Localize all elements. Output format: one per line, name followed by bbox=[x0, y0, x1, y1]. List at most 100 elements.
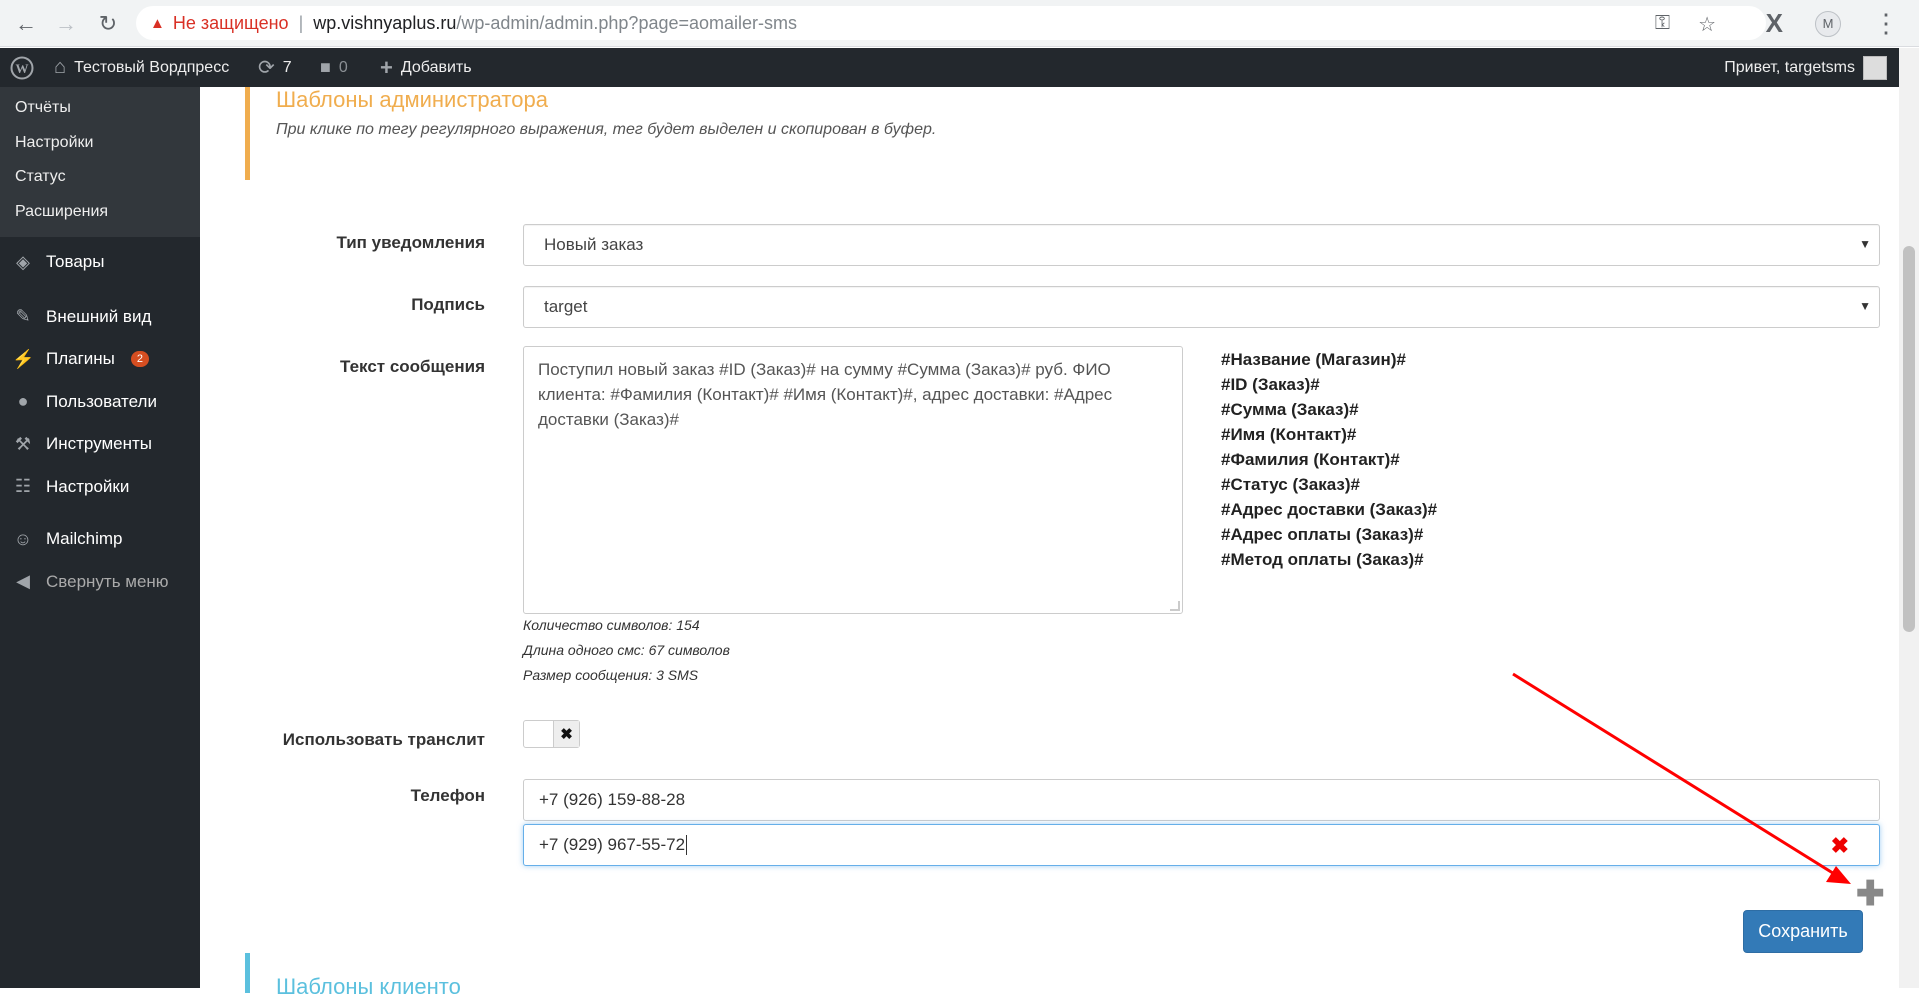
forward-icon[interactable]: → bbox=[52, 10, 80, 38]
plug-icon: ⚡ bbox=[12, 348, 35, 369]
regex-tags-list: #Название (Магазин)# #ID (Заказ)# #Сумма… bbox=[1221, 347, 1437, 572]
signature-value: target bbox=[544, 297, 588, 316]
greeting: Привет, targetsms bbox=[1724, 58, 1855, 76]
add-new-link[interactable]: + Добавить bbox=[380, 48, 472, 87]
browser-toolbar: ← → ↻ ▲ Не защищено | wp.vishnyaplus.ru … bbox=[0, 0, 1919, 47]
translit-label: Использовать транслит bbox=[282, 730, 485, 749]
submenu-item-status[interactable]: Статус bbox=[0, 160, 200, 195]
text-caret bbox=[686, 835, 688, 855]
user-icon: ● bbox=[17, 391, 29, 412]
updates-link[interactable]: ⟳ 7 bbox=[258, 48, 292, 87]
sidebar-item-label: Плагины bbox=[46, 349, 115, 369]
remove-phone-icon[interactable]: ✖ bbox=[1831, 833, 1849, 859]
back-icon[interactable]: ← bbox=[12, 10, 40, 38]
reload-icon[interactable]: ↻ bbox=[94, 10, 122, 38]
sidebar-item-label: Внешний вид bbox=[46, 306, 152, 326]
page-scrollbar[interactable] bbox=[1899, 48, 1919, 988]
chevron-down-icon: ▼ bbox=[1859, 237, 1871, 251]
brush-icon: ✎ bbox=[15, 306, 31, 327]
client-section-accent bbox=[245, 953, 250, 993]
sidebar-item-appearance[interactable]: ✎ Внешний вид bbox=[0, 296, 200, 339]
save-button[interactable]: Сохранить bbox=[1743, 910, 1863, 953]
comments-count: 0 bbox=[338, 58, 348, 76]
star-icon[interactable]: ☆ bbox=[1698, 12, 1716, 37]
address-separator: | bbox=[298, 12, 304, 33]
mailchimp-icon: ☺ bbox=[13, 528, 33, 549]
regex-tag[interactable]: #Название (Магазин)# bbox=[1221, 347, 1437, 372]
resize-handle[interactable] bbox=[1170, 601, 1180, 611]
sidebar-item-settings[interactable]: ☷ Настройки bbox=[0, 466, 200, 509]
sidebar-item-plugins[interactable]: ⚡ Плагины 2 bbox=[0, 338, 200, 381]
message-text: Поступил новый заказ #ID (Заказ)# на сум… bbox=[538, 360, 1113, 429]
notification-type-label: Тип уведомления bbox=[336, 233, 485, 252]
plus-icon: + bbox=[380, 54, 393, 80]
translit-toggle[interactable]: ✖ bbox=[523, 720, 580, 748]
profile-avatar[interactable]: M bbox=[1815, 10, 1841, 37]
signature-select[interactable]: target ▼ bbox=[523, 286, 1880, 328]
regex-tag[interactable]: #Адрес оплаты (Заказ)# bbox=[1221, 522, 1437, 547]
sidebar-item-products[interactable]: ◈ Товары bbox=[0, 241, 200, 284]
url-path: /wp-admin/admin.php?page=aomailer-sms bbox=[456, 12, 798, 33]
admin-templates-title: Шаблоны администратора bbox=[276, 87, 548, 112]
regex-tag[interactable]: #Адрес доставки (Заказ)# bbox=[1221, 497, 1437, 522]
user-avatar bbox=[1863, 55, 1887, 80]
submenu-item-settings[interactable]: Настройки bbox=[0, 126, 200, 161]
wrench-icon: ⚒ bbox=[14, 433, 32, 454]
submenu-item-extensions[interactable]: Расширения bbox=[0, 195, 200, 230]
svg-text:W: W bbox=[16, 61, 29, 76]
url-host: wp.vishnyaplus.ru bbox=[313, 12, 457, 33]
sms-length: Длина одного смс: 67 символов bbox=[523, 642, 730, 658]
regex-tag[interactable]: #Фамилия (Контакт)# bbox=[1221, 447, 1437, 472]
comments-link[interactable]: ■ 0 bbox=[320, 48, 348, 87]
sidebar-item-label: Mailchimp bbox=[46, 529, 123, 549]
message-textarea[interactable]: Поступил новый заказ #ID (Заказ)# на сум… bbox=[523, 346, 1183, 614]
extension-x-icon[interactable]: X bbox=[1766, 8, 1783, 39]
submenu-item-reports[interactable]: Отчёты bbox=[0, 91, 200, 126]
admin-templates-description: При клике по тегу регулярного выражения,… bbox=[276, 121, 937, 138]
key-icon[interactable]: ⚿ bbox=[1655, 12, 1670, 37]
char-count: Количество символов: 154 bbox=[523, 617, 700, 633]
menu-dots-icon[interactable]: ⋮ bbox=[1873, 8, 1899, 39]
sidebar-item-label: Товары bbox=[46, 252, 105, 272]
woocommerce-submenu: Отчёты Настройки Статус Расширения bbox=[0, 87, 200, 237]
add-new-label: Добавить bbox=[400, 58, 472, 76]
updates-icon: ⟳ bbox=[258, 57, 275, 79]
phone-input[interactable]: +7 (926) 159-88-28 bbox=[523, 779, 1880, 821]
sidebar-item-tools[interactable]: ⚒ Инструменты bbox=[0, 423, 200, 466]
add-phone-icon[interactable]: ✚ bbox=[1856, 877, 1885, 911]
sidebar-item-label: Инструменты bbox=[46, 434, 153, 454]
phone-value: +7 (929) 967-55-72 bbox=[539, 835, 686, 854]
toggle-off-icon: ✖ bbox=[553, 721, 579, 747]
regex-tag[interactable]: #Сумма (Заказ)# bbox=[1221, 397, 1437, 422]
scrollbar-thumb[interactable] bbox=[1903, 246, 1915, 632]
phone-value: +7 (926) 159-88-28 bbox=[539, 790, 686, 809]
collapse-menu-button[interactable]: ◀ Свернуть меню bbox=[0, 561, 200, 604]
client-templates-title: Шаблоны клиенто bbox=[276, 974, 461, 999]
my-account-link[interactable]: Привет, targetsms bbox=[1724, 48, 1887, 87]
warning-icon: ▲ bbox=[150, 14, 165, 32]
admin-section-accent bbox=[245, 87, 250, 180]
plugins-update-badge: 2 bbox=[130, 351, 150, 368]
site-name: Тестовый Вордпресс bbox=[74, 58, 230, 76]
regex-tag[interactable]: #Метод оплаты (Заказ)# bbox=[1221, 547, 1437, 572]
message-text-label: Текст сообщения bbox=[340, 357, 485, 376]
signature-label: Подпись bbox=[411, 295, 485, 314]
phone-label: Телефон bbox=[410, 786, 485, 805]
regex-tag[interactable]: #ID (Заказ)# bbox=[1221, 372, 1437, 397]
notification-type-select[interactable]: Новый заказ ▼ bbox=[523, 224, 1880, 266]
collapse-menu-label: Свернуть меню bbox=[46, 571, 169, 591]
regex-tag[interactable]: #Имя (Контакт)# bbox=[1221, 422, 1437, 447]
main-content: Шаблоны администратора При клике по тегу… bbox=[200, 87, 1899, 999]
comment-icon: ■ bbox=[320, 57, 331, 77]
sidebar-item-users[interactable]: ● Пользователи bbox=[0, 381, 200, 424]
sidebar-item-mailchimp[interactable]: ☺ Mailchimp bbox=[0, 518, 200, 561]
phone-input-active[interactable]: +7 (929) 967-55-72 ✖ bbox=[523, 824, 1880, 866]
chevron-down-icon: ▼ bbox=[1859, 299, 1871, 313]
insecure-label: Не защищено bbox=[172, 12, 289, 33]
home-icon: ⌂ bbox=[54, 56, 67, 78]
regex-tag[interactable]: #Статус (Заказ)# bbox=[1221, 472, 1437, 497]
wordpress-logo-icon[interactable]: W bbox=[10, 48, 34, 87]
address-bar[interactable]: ▲ Не защищено | wp.vishnyaplus.ru /wp-ad… bbox=[136, 6, 1766, 40]
site-name-link[interactable]: ⌂ Тестовый Вордпресс bbox=[54, 48, 229, 87]
updates-count: 7 bbox=[282, 58, 292, 76]
